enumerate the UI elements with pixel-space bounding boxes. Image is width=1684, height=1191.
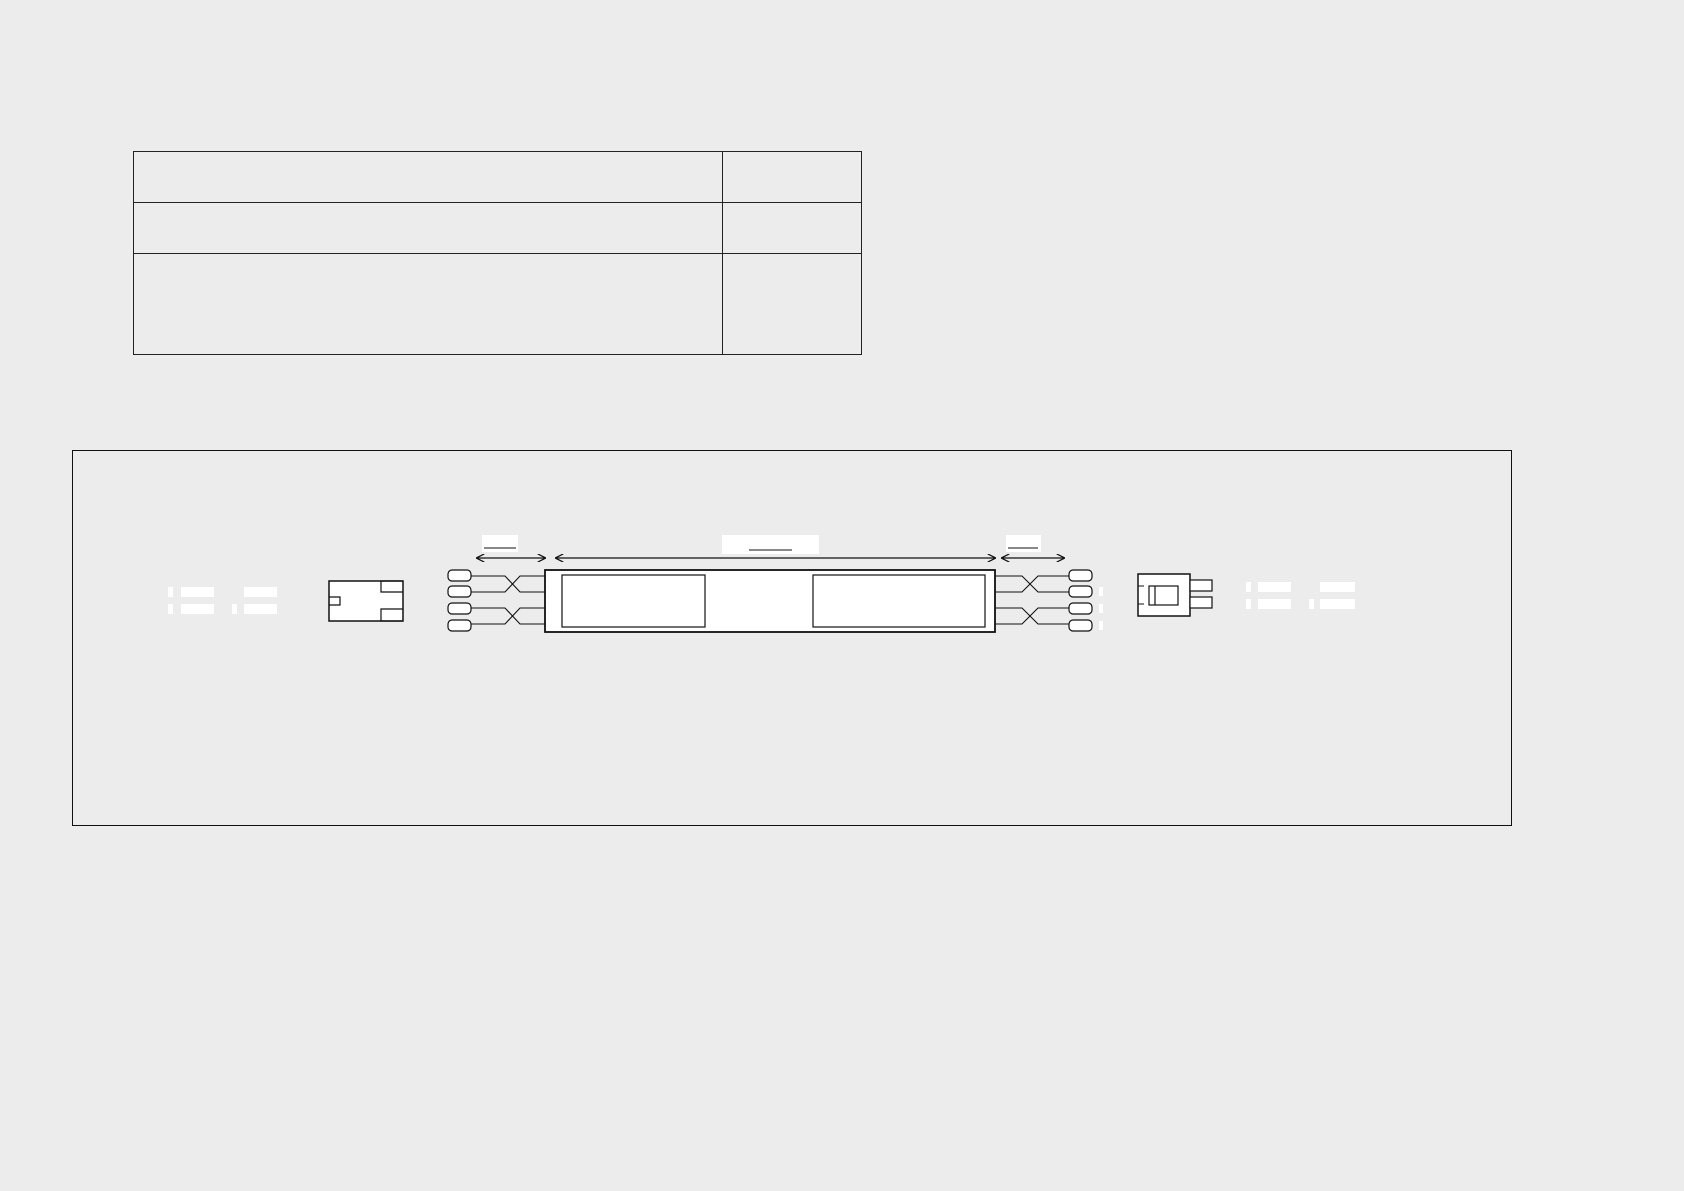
- right-twisted-wires: [995, 575, 1070, 625]
- right-pin-ticks: [1099, 587, 1103, 630]
- plug-housing-icon: [328, 580, 404, 622]
- dimension-right-lead: [1002, 535, 1064, 558]
- left-pin-legend: [168, 587, 277, 614]
- dimension-left-lead: [477, 535, 545, 558]
- crimp-terminal-icon: [447, 585, 472, 598]
- dimension-body: [556, 535, 995, 558]
- cable-sleeve: [544, 569, 996, 633]
- crimp-terminal-icon: [447, 619, 472, 632]
- left-terminals: [447, 569, 472, 632]
- crimp-terminal-icon: [1068, 569, 1093, 582]
- label-box-right: [812, 574, 986, 628]
- crimp-terminal-icon: [1068, 585, 1093, 598]
- crimp-terminal-icon: [1068, 602, 1093, 615]
- crimp-terminal-icon: [447, 569, 472, 582]
- crimp-terminal-icon: [1068, 619, 1093, 632]
- socket-housing-icon: [1137, 573, 1213, 617]
- left-twisted-wires: [471, 575, 545, 625]
- right-terminals: [1068, 569, 1093, 632]
- harness-diagram: [168, 535, 1355, 633]
- label-box-left: [561, 574, 706, 628]
- crimp-terminal-icon: [447, 602, 472, 615]
- right-pin-legend: [1246, 582, 1355, 609]
